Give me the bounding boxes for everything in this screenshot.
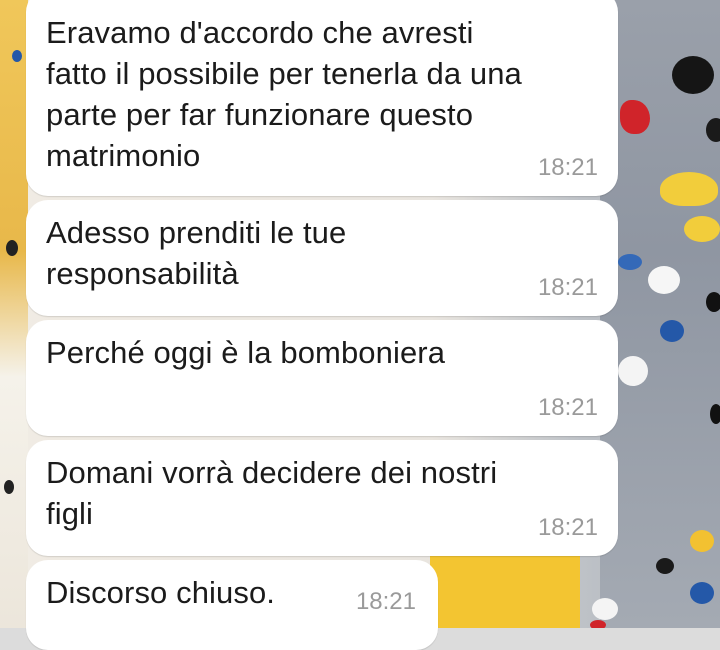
- message-text: Adesso prenditi le tue responsabilità: [46, 215, 347, 291]
- message-timestamp: 18:21: [537, 274, 598, 301]
- message-bubble[interactable]: Adesso prenditi le tue responsabilità 18…: [26, 200, 618, 316]
- message-text: Perché oggi è la bomboniera: [46, 335, 446, 370]
- message-timestamp: 18:21: [537, 394, 598, 421]
- message-bubble[interactable]: Perché oggi è la bomboniera 18:21: [26, 320, 618, 436]
- message-text: Domani vorrà decidere dei nostri figli: [46, 455, 498, 531]
- message-timestamp: 18:21: [537, 154, 598, 181]
- message-text: Eravamo d'accordo che avresti fatto il p…: [46, 15, 522, 173]
- message-bubble[interactable]: Domani vorrà decidere dei nostri figli 1…: [26, 440, 618, 556]
- message-timestamp: 18:21: [355, 588, 416, 615]
- chat-message-list[interactable]: Eravamo d'accordo che avresti fatto il p…: [0, 0, 720, 650]
- message-timestamp: 18:21: [537, 514, 598, 541]
- message-bubble[interactable]: Eravamo d'accordo che avresti fatto il p…: [26, 0, 618, 196]
- message-bubble[interactable]: Discorso chiuso. 18:21: [26, 560, 438, 650]
